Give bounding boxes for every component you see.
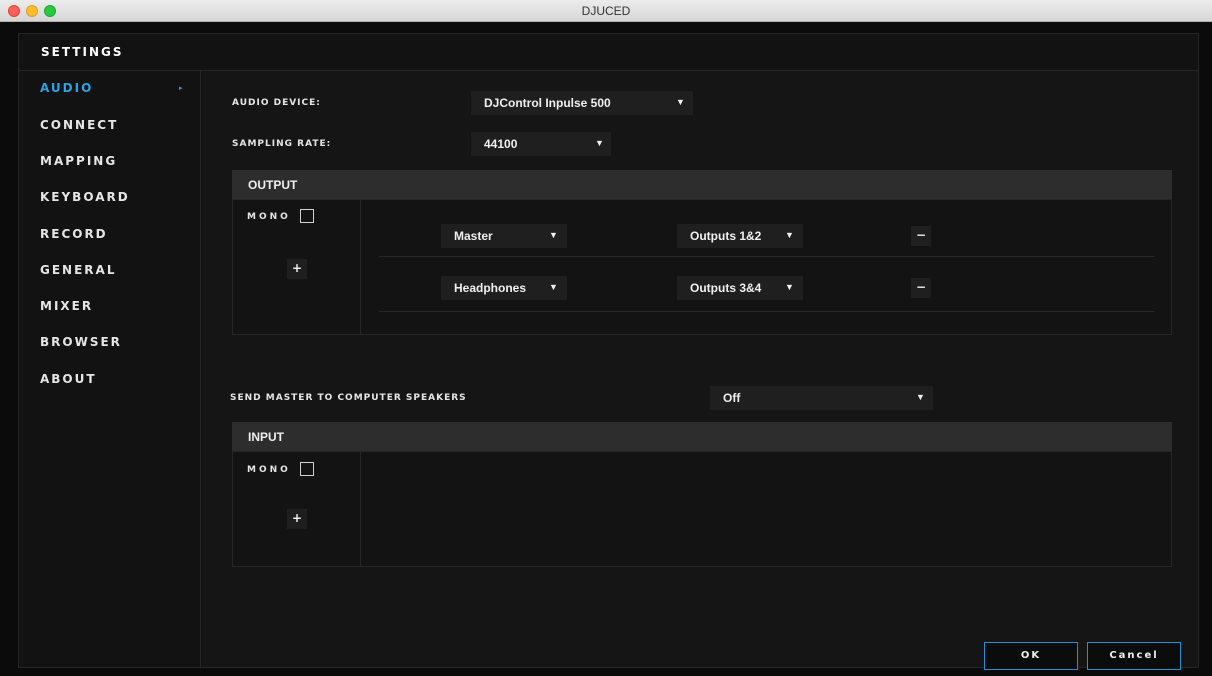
cancel-button[interactable]: Cancel xyxy=(1087,642,1181,670)
window-title: DJUCED xyxy=(581,4,631,18)
settings-title: SETTINGS xyxy=(41,45,124,59)
sidebar-item-label: RECORD xyxy=(40,227,108,241)
sidebar-item-mapping[interactable]: MAPPING xyxy=(40,154,190,174)
sidebar-item-label: KEYBOARD xyxy=(40,190,130,204)
sidebar-item-audio[interactable]: AUDIO ▸ xyxy=(40,81,190,101)
output-row-divider xyxy=(379,256,1155,257)
sidebar-item-record[interactable]: RECORD xyxy=(40,227,190,247)
output-routing-value: Outputs 3&4 xyxy=(690,281,762,295)
output-mono-label: MONO xyxy=(247,212,291,222)
sampling-rate-label: SAMPLING RATE: xyxy=(232,139,332,149)
settings-sidebar: AUDIO ▸ CONNECT MAPPING KEYBOARD RECORD … xyxy=(19,71,201,667)
audio-settings-content: AUDIO DEVICE: DJControl Inpulse 500 ▼ SA… xyxy=(202,71,1198,670)
output-mono-checkbox[interactable] xyxy=(300,209,314,223)
chevron-down-icon: ▼ xyxy=(785,230,794,240)
output-channel-value: Headphones xyxy=(454,281,527,295)
input-panel-left: MONO + xyxy=(233,452,361,566)
sidebar-item-label: ABOUT xyxy=(40,372,97,386)
settings-panel: SETTINGS AUDIO ▸ CONNECT MAPPING KEYBOAR… xyxy=(18,33,1199,670)
ok-button[interactable]: OK xyxy=(984,642,1078,670)
chevron-down-icon: ▼ xyxy=(595,138,604,148)
output-row-divider xyxy=(379,311,1155,312)
chevron-down-icon: ▼ xyxy=(676,97,685,107)
app-window: DJUCED SETTINGS AUDIO ▸ CONNECT MAPPING … xyxy=(0,0,1212,676)
add-input-button[interactable]: + xyxy=(287,509,307,529)
output-channel-select[interactable]: Headphones ▼ xyxy=(441,276,567,300)
sidebar-item-label: MAPPING xyxy=(40,154,118,168)
audio-device-label: AUDIO DEVICE: xyxy=(232,98,321,108)
sidebar-item-label: CONNECT xyxy=(40,118,119,132)
sidebar-item-label: AUDIO xyxy=(40,81,94,95)
sidebar-item-label: BROWSER xyxy=(40,335,122,349)
audio-device-select[interactable]: DJControl Inpulse 500 ▼ xyxy=(471,91,693,115)
output-section-header: OUTPUT xyxy=(232,170,1172,199)
sidebar-item-label: GENERAL xyxy=(40,263,117,277)
sidebar-item-keyboard[interactable]: KEYBOARD xyxy=(40,190,190,210)
sampling-rate-select[interactable]: 44100 ▼ xyxy=(471,132,611,156)
input-mono-label: MONO xyxy=(247,465,291,475)
sidebar-item-connect[interactable]: CONNECT xyxy=(40,118,190,138)
output-routing-select[interactable]: Outputs 1&2 ▼ xyxy=(677,224,803,248)
add-output-button[interactable]: + xyxy=(287,259,307,279)
output-routing-value: Outputs 1&2 xyxy=(690,229,762,243)
sidebar-item-general[interactable]: GENERAL xyxy=(40,263,190,283)
remove-output-button[interactable]: − xyxy=(911,278,931,298)
chevron-down-icon: ▼ xyxy=(785,282,794,292)
remove-output-button[interactable]: − xyxy=(911,226,931,246)
sidebar-item-mixer[interactable]: MIXER xyxy=(40,299,190,319)
output-channel-select[interactable]: Master ▼ xyxy=(441,224,567,248)
sidebar-item-about[interactable]: ABOUT xyxy=(40,372,190,392)
send-master-value: Off xyxy=(723,391,741,405)
settings-header: SETTINGS xyxy=(19,34,1198,71)
input-mono-checkbox[interactable] xyxy=(300,462,314,476)
output-routing-select[interactable]: Outputs 3&4 ▼ xyxy=(677,276,803,300)
chevron-down-icon: ▼ xyxy=(916,392,925,402)
output-channel-value: Master xyxy=(454,229,493,243)
title-bar: DJUCED xyxy=(0,0,1212,22)
send-master-label: SEND MASTER TO COMPUTER SPEAKERS xyxy=(230,393,467,403)
audio-device-value: DJControl Inpulse 500 xyxy=(484,96,611,110)
active-arrow-icon: ▸ xyxy=(179,84,185,92)
sidebar-item-browser[interactable]: BROWSER xyxy=(40,335,190,355)
sampling-rate-value: 44100 xyxy=(484,137,518,151)
send-master-select[interactable]: Off ▼ xyxy=(710,386,933,410)
chevron-down-icon: ▼ xyxy=(549,282,558,292)
output-panel-left: MONO + xyxy=(233,200,361,334)
input-section-header: INPUT xyxy=(232,422,1172,451)
chevron-down-icon: ▼ xyxy=(549,230,558,240)
output-panel: MONO + Master ▼ Outputs 1&2 ▼ − Headphon… xyxy=(232,199,1172,335)
sidebar-item-label: MIXER xyxy=(40,299,94,313)
input-panel: MONO + xyxy=(232,451,1172,567)
